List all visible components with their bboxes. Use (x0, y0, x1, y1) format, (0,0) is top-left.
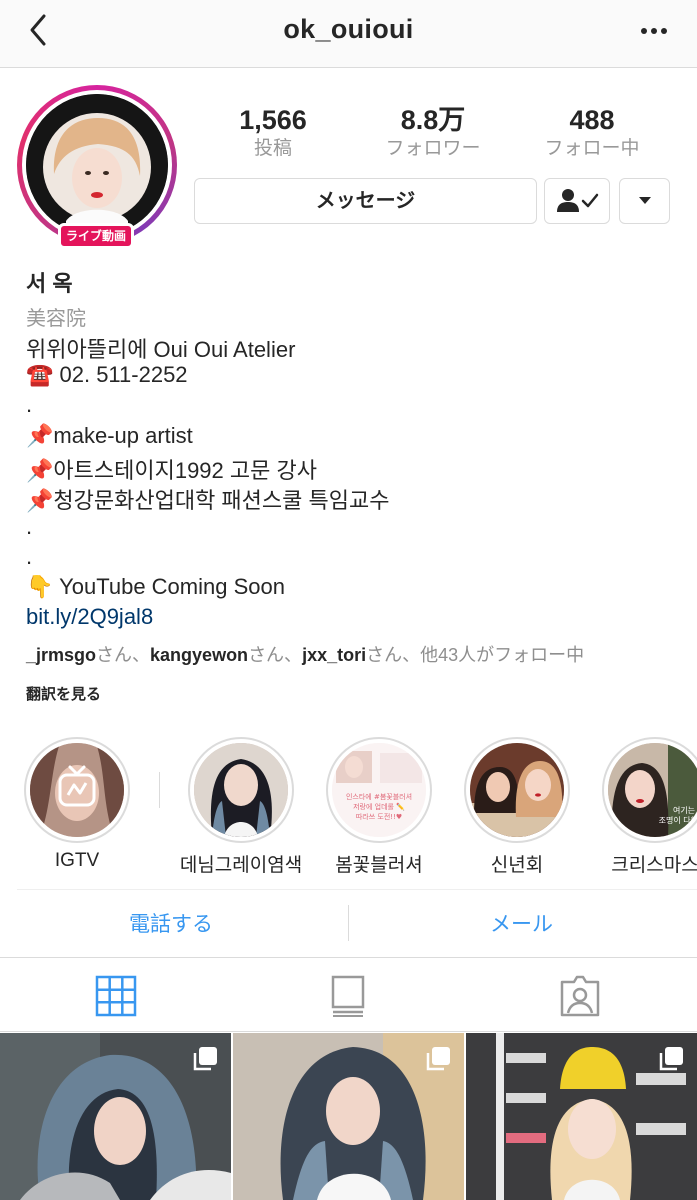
bio-line: 📌청강문화산업대학 패션스쿨 특임교수 (26, 488, 390, 513)
more-options-button[interactable] (639, 18, 669, 44)
followed-by-text[interactable]: _jrmsgoさん、kangyewonさん、jxx_toriさん、他43人がフォ… (26, 641, 584, 667)
posts-count: 1,566 (239, 105, 307, 135)
more-horizontal-icon (641, 28, 667, 34)
highlight-christmas[interactable]: 여기는 조명이 다했네 크리스마스 (602, 737, 697, 877)
message-button[interactable]: メッセージ (194, 178, 537, 224)
tab-feed[interactable] (326, 974, 370, 1018)
see-translation-link[interactable]: 翻訳を見る (26, 683, 101, 704)
post-thumbnail[interactable] (233, 1033, 464, 1200)
tab-tagged[interactable] (558, 974, 602, 1018)
profile-category: 美容院 (26, 308, 86, 330)
mutual-follower[interactable]: _jrmsgo (26, 645, 96, 665)
divider (348, 905, 349, 941)
followers-count: 8.8万 (400, 105, 466, 135)
highlight-new-year-party[interactable]: 신년회 (464, 737, 574, 877)
caret-down-icon (639, 197, 651, 204)
multiple-posts-icon (657, 1045, 685, 1073)
posts-stat: 1,566 投稿 (213, 103, 333, 161)
followers-label: フォロワー (385, 138, 481, 159)
highlight-cover (30, 743, 124, 837)
highlight-label: IGTV (54, 850, 100, 871)
user-check-icon (557, 189, 599, 212)
bio-line: 📌make-up artist (26, 423, 193, 448)
bio-line: ☎️ 02. 511-2252 (26, 362, 188, 387)
live-video-badge: ライブ動画 (58, 223, 134, 249)
post-thumbnail[interactable] (0, 1033, 231, 1200)
svg-text:따라쓰 도전!!♥: 따라쓰 도전!!♥ (356, 812, 402, 821)
bio-line: . (26, 514, 33, 539)
followers-stat[interactable]: 8.8万 フォロワー (373, 103, 493, 161)
highlight-spring-blush[interactable]: 인스타에 #봄꽃블러셔 저랑에 업데롤 ✏️ 따라쓰 도전!!♥ 봄꽃블러셔 (326, 737, 436, 877)
profile-name: 서 옥 (26, 271, 73, 296)
bio-line: . (26, 544, 33, 569)
content-tabs (0, 957, 697, 1032)
posts-label: 投稿 (253, 138, 292, 159)
mutual-follower[interactable]: kangyewon (150, 645, 248, 665)
highlight-denim-gray[interactable]: 데님그레이염색 (180, 737, 302, 877)
grid-icon (95, 975, 137, 1017)
tagged-person-icon (560, 975, 600, 1017)
feed-list-icon (331, 975, 365, 1017)
highlight-cover: 여기는 조명이 다했네 (608, 743, 697, 837)
highlight-label: 데님그레이염색 (179, 855, 303, 876)
post-thumbnail[interactable] (466, 1033, 697, 1200)
svg-text:여기는: 여기는 (673, 805, 695, 815)
mutual-follower[interactable]: jxx_tori (302, 645, 366, 665)
avatar-photo (26, 94, 168, 236)
highlight-igtv[interactable]: IGTV (24, 737, 134, 877)
following-stat[interactable]: 488 フォロー中 (532, 103, 652, 161)
svg-text:저랑에 업데롤 ✏️: 저랑에 업데롤 ✏️ (353, 802, 405, 811)
bio-link[interactable]: bit.ly/2Q9jal8 (26, 604, 153, 630)
following-label: フォロー中 (544, 138, 640, 159)
multiple-posts-icon (424, 1045, 452, 1073)
highlight-divider (159, 772, 160, 808)
profile-avatar[interactable]: ライブ動画 (17, 85, 177, 249)
highlight-cover (194, 743, 288, 837)
highlight-cover (470, 743, 564, 837)
bio-line: . (26, 392, 33, 417)
bio-line: 👇 YouTube Coming Soon (26, 574, 285, 599)
suggestions-dropdown-button[interactable] (619, 178, 670, 224)
highlight-label: 봄꽃블러셔 (335, 855, 423, 876)
tab-grid[interactable] (94, 974, 138, 1018)
bio-line: 위위아뜰리에 Oui Oui Atelier (26, 337, 296, 362)
multiple-posts-icon (191, 1045, 219, 1073)
highlight-label: 신년회 (490, 855, 544, 876)
email-button[interactable]: メール (490, 908, 553, 938)
bio-line: 📌아트스테이지1992 고문 강사 (26, 458, 317, 483)
highlight-cover: 인스타에 #봄꽃블러셔 저랑에 업데롤 ✏️ 따라쓰 도전!!♥ (332, 743, 426, 837)
nav-header: ok_ouioui (0, 0, 697, 68)
following-button[interactable] (544, 178, 610, 224)
following-count: 488 (569, 105, 615, 135)
highlight-label: 크리스마스 (611, 855, 697, 876)
page-title: ok_ouioui (283, 14, 414, 44)
svg-text:인스타에 #봄꽃블러셔: 인스타에 #봄꽃블러셔 (346, 792, 412, 801)
call-button[interactable]: 電話する (129, 908, 213, 938)
divider (17, 889, 697, 890)
